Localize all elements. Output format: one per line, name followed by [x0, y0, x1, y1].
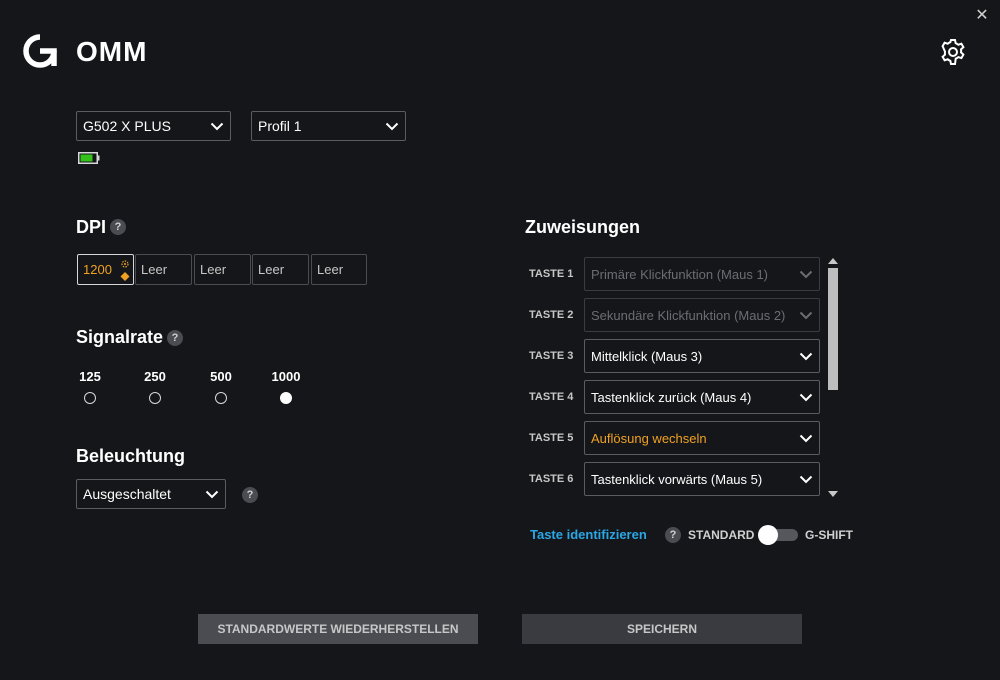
assignment-value: Mittelklick (Maus 3) [591, 348, 703, 364]
assignment-key-label: TASTE 1 [529, 268, 574, 280]
lighting-help-icon[interactable]: ? [242, 487, 258, 503]
chevron-down-icon [379, 113, 405, 139]
dpi-slot-value: Leer [317, 262, 344, 277]
signalrate-title: Signalrate [76, 327, 164, 347]
chevron-down-icon [204, 113, 230, 139]
assignment-key-label: TASTE 3 [529, 350, 574, 362]
dpi-slot-3[interactable]: Leer [194, 254, 251, 285]
assignment-key-label: TASTE 2 [529, 309, 574, 321]
lighting-select-value: Ausgeschaltet [83, 486, 171, 502]
dpi-slot-value: Leer [258, 262, 285, 277]
battery-icon [78, 151, 100, 164]
chevron-down-icon [793, 343, 819, 369]
radio-button[interactable] [84, 392, 96, 404]
assignment-select-5[interactable]: Auflösung wechseln [584, 421, 820, 455]
chevron-down-icon [793, 466, 819, 492]
toggle-knob [758, 525, 778, 545]
gshift-label: G-SHIFT [805, 528, 853, 542]
dpi-slot-value: 1200 [83, 262, 112, 277]
device-select-value: G502 X PLUS [83, 118, 171, 134]
assignment-value: Tastenklick zurück (Maus 4) [591, 389, 752, 405]
assignment-key-label: TASTE 6 [529, 473, 574, 485]
dpi-slot-value: Leer [141, 262, 168, 277]
restore-defaults-button[interactable]: STANDARDWERTE WIEDERHERSTELLEN [198, 614, 478, 644]
assignment-select-1[interactable]: Primäre Klickfunktion (Maus 1) [584, 257, 820, 291]
signalrate-option-label: 125 [79, 369, 101, 384]
chevron-down-icon [793, 425, 819, 451]
signalrate-option-1000[interactable]: 1000 [266, 369, 306, 404]
gear-icon[interactable] [938, 37, 968, 67]
dpi-title: DPI [76, 217, 107, 237]
dpi-slot-value: Leer [200, 262, 227, 277]
signalrate-help-icon[interactable]: ? [167, 330, 183, 346]
assignment-row-3: TASTE 3 Mittelklick (Maus 3) [529, 339, 820, 373]
signalrate-option-500[interactable]: 500 [201, 369, 241, 404]
radio-button-selected[interactable] [280, 392, 292, 404]
scroll-up-arrow-icon[interactable] [828, 258, 838, 264]
close-icon[interactable]: ✕ [972, 6, 992, 26]
chevron-down-icon [793, 261, 819, 287]
scroll-down-arrow-icon[interactable] [828, 491, 838, 497]
assignment-value: Primäre Klickfunktion (Maus 1) [591, 266, 768, 282]
dpi-default-marker-icon [119, 257, 131, 283]
dpi-slot-1[interactable]: 1200 [77, 254, 134, 285]
assignment-select-3[interactable]: Mittelklick (Maus 3) [584, 339, 820, 373]
lighting-select[interactable]: Ausgeschaltet [76, 479, 226, 509]
profile-select-value: Profil 1 [258, 118, 302, 134]
signalrate-option-label: 250 [144, 369, 166, 384]
assignments-scrollbar[interactable] [827, 258, 839, 498]
profile-select[interactable]: Profil 1 [251, 111, 406, 141]
assignment-key-label: TASTE 4 [529, 391, 574, 403]
assignments-title: Zuweisungen [525, 217, 641, 237]
app-title: OMM [76, 36, 148, 67]
signalrate-option-125[interactable]: 125 [70, 369, 110, 404]
dpi-help-icon[interactable]: ? [110, 219, 126, 235]
chevron-down-icon [793, 302, 819, 328]
identify-help-icon[interactable]: ? [665, 527, 681, 543]
assignment-row-6: TASTE 6 Tastenklick vorwärts (Maus 5) [529, 462, 820, 496]
signalrate-option-250[interactable]: 250 [135, 369, 175, 404]
signalrate-option-label: 500 [210, 369, 232, 384]
assignment-row-2: TASTE 2 Sekundäre Klickfunktion (Maus 2) [529, 298, 820, 332]
chevron-down-icon [199, 481, 225, 507]
lighting-title: Beleuchtung [76, 446, 186, 466]
g-logo-icon [22, 33, 58, 69]
assignment-row-5: TASTE 5 Auflösung wechseln [529, 421, 820, 455]
assignment-row-1: TASTE 1 Primäre Klickfunktion (Maus 1) [529, 257, 820, 291]
gshift-toggle[interactable] [758, 525, 798, 545]
assignment-value: Sekundäre Klickfunktion (Maus 2) [591, 307, 786, 323]
assignment-select-2[interactable]: Sekundäre Klickfunktion (Maus 2) [584, 298, 820, 332]
chevron-down-icon [793, 384, 819, 410]
dpi-slot-5[interactable]: Leer [311, 254, 367, 285]
scroll-thumb[interactable] [828, 268, 838, 390]
assignment-select-4[interactable]: Tastenklick zurück (Maus 4) [584, 380, 820, 414]
assignment-value: Tastenklick vorwärts (Maus 5) [591, 471, 763, 487]
assignment-key-label: TASTE 5 [529, 432, 574, 444]
dpi-slot-4[interactable]: Leer [252, 254, 309, 285]
identify-key-link[interactable]: Taste identifizieren [530, 527, 647, 543]
standard-label: STANDARD [688, 528, 755, 542]
assignment-row-4: TASTE 4 Tastenklick zurück (Maus 4) [529, 380, 820, 414]
device-select[interactable]: G502 X PLUS [76, 111, 231, 141]
radio-button[interactable] [149, 392, 161, 404]
assignment-value: Auflösung wechseln [591, 430, 707, 446]
dpi-slot-2[interactable]: Leer [135, 254, 192, 285]
radio-button[interactable] [215, 392, 227, 404]
assignment-select-6[interactable]: Tastenklick vorwärts (Maus 5) [584, 462, 820, 496]
signalrate-option-label: 1000 [271, 369, 301, 384]
save-button[interactable]: SPEICHERN [522, 614, 802, 644]
